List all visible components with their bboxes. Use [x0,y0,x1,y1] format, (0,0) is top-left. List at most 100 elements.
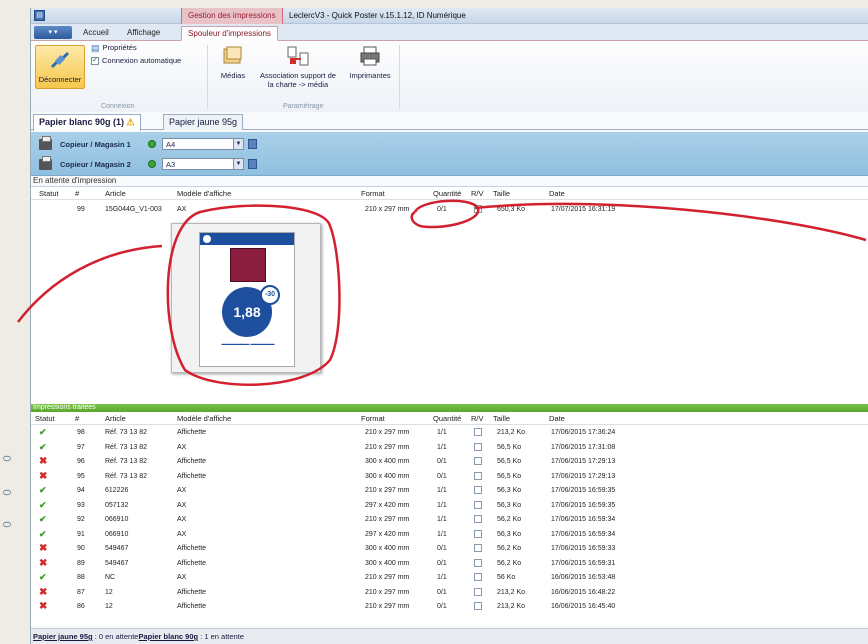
col-rv[interactable]: R/V [471,414,484,423]
medias-button[interactable]: Médias [215,45,251,80]
status-jaune-link[interactable]: Papier jaune 95g [33,632,93,641]
col-format[interactable]: Format [361,414,385,423]
rv-checkbox[interactable] [474,587,482,596]
brand-logo [203,235,211,243]
tab-label: Papier jaune 95g [169,117,238,127]
printer-icon [39,135,52,150]
cell-format: 297 x 420 mm [365,530,410,538]
rv-checkbox[interactable] [474,486,482,494]
table-row[interactable]: ✔ 92 066910 AX 210 x 297 mm 1/1 56,2 Ko 17/06/2… [31,513,868,528]
cell-taille: 213,2 Ko [497,429,526,436]
cell-format: 300 x 400 mm [365,559,410,567]
disconnect-button[interactable]: Déconnecter [35,45,85,89]
rv-checkbox[interactable] [474,515,482,523]
rv-checkbox[interactable] [474,544,482,552]
cell-num: 94 [77,487,85,494]
rv-checkbox[interactable] [474,428,482,436]
rv-checkbox[interactable] [474,471,482,480]
settings-button[interactable] [248,159,257,169]
app-icon[interactable]: ▤ [34,10,45,21]
col-modele[interactable]: Modèle d'affiche [177,189,231,198]
group-separator [207,45,208,109]
tab-papier-blanc[interactable]: Papier blanc 90g (1) ⚠ [33,114,141,131]
cell-quantite: 1/1 [437,574,447,581]
properties-button[interactable]: ▤ Propriétés [91,43,137,53]
tab-spouleur[interactable]: Spouleur d'impressions [181,26,278,41]
cell-quantite: 1/1 [437,501,447,509]
table-row[interactable]: ✔ 93 057132 AX 297 x 420 mm 1/1 56,3 Ko 17/06/2… [31,499,868,514]
tab-accueil[interactable]: Accueil [77,26,115,41]
cell-date: 17/06/2015 16:59:35 [551,501,616,509]
rv-checkbox[interactable] [474,500,482,509]
magasin-panel: Copieur / Magasin 1 A4 ▼ Copieur / Magasi… [31,132,868,176]
cell-date: 17/06/2015 17:36:24 [551,429,616,436]
tab-affichage[interactable]: Affichage [121,26,166,41]
file-menu-button[interactable]: ▾ ▾ [34,26,72,39]
rv-checkbox[interactable] [474,529,482,538]
rv-checkbox[interactable] [474,457,482,465]
col-num[interactable]: # [75,189,79,198]
cell-format: 210 x 297 mm [365,429,410,436]
cell-modele: Affichette [177,559,207,567]
tab-papier-jaune[interactable]: Papier jaune 95g [163,114,244,130]
format-select[interactable]: A4 ▼ [162,138,244,150]
col-article[interactable]: Article [105,189,126,198]
col-taille[interactable]: Taille [493,189,510,198]
table-row[interactable]: ✖ 95 Réf. 73 13 82 Affichette 300 x 400 mm 0/… [31,470,868,485]
cell-num: 93 [77,501,85,509]
table-row[interactable]: ✖ 90 549467 Affichette 300 x 400 mm 0/1 56,2 K… [31,542,868,557]
col-quantite[interactable]: Quantité [433,414,461,423]
table-row[interactable]: ✔ 98 Réf. 73 13 82 Affichette 210 x 297 mm 1/… [31,426,868,441]
table-row[interactable]: ✔ 94 612226 AX 210 x 297 mm 1/1 56,3 Ko 17/06/2… [31,484,868,499]
printers-button[interactable]: Imprimantes [345,45,395,80]
cell-modele: Affichette [177,472,207,480]
rv-checkbox[interactable] [474,573,482,581]
format-select[interactable]: A3 ▼ [162,158,244,170]
col-article[interactable]: Article [105,414,126,423]
col-date[interactable]: Date [549,414,565,423]
status-blanc-link[interactable]: Papier blanc 90g [138,632,198,641]
cell-date: 17/06/2015 17:29:13 [551,472,616,480]
table-row[interactable]: ✖ 96 Réf. 73 13 82 Affichette 300 x 400 mm 0/… [31,455,868,470]
status-dot-icon [148,160,156,168]
cell-date: 16/06/2015 16:48:22 [551,588,616,596]
printer-icon [39,155,52,170]
rv-checkbox[interactable] [474,558,482,567]
cell-taille: 56,3 Ko [497,530,522,538]
rv-checkbox[interactable] [474,205,482,213]
table-row[interactable]: ✖ 87 12 Affichette 210 x 297 mm 0/1 213,2 Ko 16… [31,586,868,601]
association-button[interactable]: Association support de la charte -> médi… [253,45,343,89]
col-statut[interactable]: Statut [35,414,55,423]
cell-format: 300 x 400 mm [365,545,410,552]
col-modele[interactable]: Modèle d'affiche [177,414,231,423]
cell-article: 066910 [105,530,129,538]
status-jaune-text: : 0 en attente [92,632,139,641]
success-check-icon: ✔ [39,528,47,539]
status-blanc-text: : 1 en attente [198,632,244,641]
col-quantite[interactable]: Quantité [433,189,461,198]
table-row[interactable]: ✖ 86 12 Affichette 210 x 297 mm 0/1 213,2 Ko 16… [31,600,868,615]
table-row[interactable]: ✖ 89 549467 Affichette 300 x 400 mm 0/1 56,2 K… [31,557,868,572]
chevron-down-icon: ▼ [233,159,243,169]
cell-quantite: 1/1 [437,487,447,494]
media-icon [223,46,242,64]
cell-num: 90 [77,545,85,552]
rv-checkbox[interactable] [474,602,482,610]
col-taille[interactable]: Taille [493,414,510,423]
col-date[interactable]: Date [549,189,565,198]
table-row[interactable]: ✔ 91 066910 AX 297 x 420 mm 1/1 56,3 Ko 17/06/2… [31,528,868,543]
cell-quantite: 1/1 [437,516,447,523]
failure-cross-icon: ✖ [39,601,48,612]
cell-format: 210 x 297 mm [365,574,410,581]
table-row[interactable]: ✔ 97 Réf. 73 13 82 AX 210 x 297 mm 1/1 56,5 Ko… [31,441,868,456]
pending-row[interactable]: 99 15G044G_V1-003 AX 210 x 297 mm 0/1 65… [31,203,868,218]
rv-checkbox[interactable] [474,442,482,451]
col-statut[interactable]: Statut [39,189,59,198]
col-format[interactable]: Format [361,189,385,198]
table-row[interactable]: ✔ 88 NC AX 210 x 297 mm 1/1 56 Ko 16/06/2015 16… [31,571,868,586]
cell-quantite: 1/1 [437,530,447,538]
auto-connect-checkbox[interactable]: Connexion automatique [91,55,181,66]
settings-button[interactable] [248,139,257,149]
col-num[interactable]: # [75,414,79,423]
col-rv[interactable]: R/V [471,189,484,198]
